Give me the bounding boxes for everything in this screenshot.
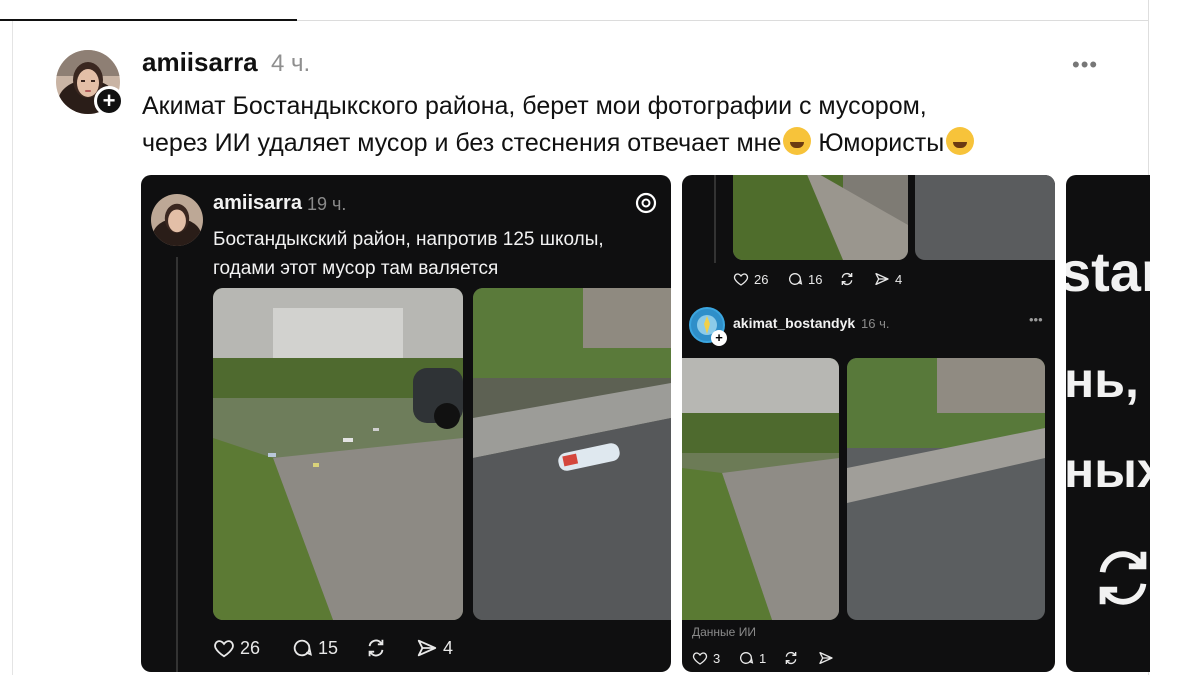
card2-top-comment-button[interactable]: 16 bbox=[787, 271, 822, 287]
repost-icon bbox=[841, 272, 853, 286]
thread-line bbox=[714, 175, 716, 263]
heart-icon bbox=[692, 652, 708, 665]
card2-reply-username: akimat_bostandyk bbox=[733, 315, 856, 331]
repost-icon bbox=[368, 639, 384, 657]
laughing-emoji-icon bbox=[783, 127, 812, 155]
card2-photo-2 bbox=[847, 358, 1045, 620]
more-icon[interactable]: ••• bbox=[1029, 312, 1043, 327]
card3-text-1: star bbox=[1066, 240, 1150, 303]
laughing-emoji-icon bbox=[946, 127, 975, 155]
card2-repost-button[interactable] bbox=[783, 650, 799, 666]
card2-reply-time: 16 ч. bbox=[861, 316, 890, 331]
card1-text-line1: Бостандыкский район, напротив 125 школы, bbox=[213, 229, 604, 250]
card2-top-comment-count: 16 bbox=[808, 271, 823, 287]
column-divider-left bbox=[12, 21, 13, 675]
card2-top-repost-button[interactable] bbox=[839, 271, 855, 287]
card1-photo-2 bbox=[473, 288, 671, 620]
comment-icon bbox=[740, 652, 754, 664]
card1-photo-1 bbox=[213, 288, 463, 620]
repost-icon bbox=[785, 651, 797, 665]
thread-line bbox=[176, 257, 178, 672]
card2-photo-1 bbox=[682, 358, 839, 620]
card1-comment-button[interactable]: 15 bbox=[291, 637, 338, 659]
card2-top-photo-1 bbox=[733, 175, 908, 260]
post-text-line2-end: Юмористы bbox=[811, 129, 945, 157]
post-text-line2: через ИИ удаляет мусор и без стеснения о… bbox=[142, 129, 782, 157]
card1-share-count: 4 bbox=[443, 637, 454, 658]
screenshot-card-3[interactable]: star нь, ных bbox=[1066, 175, 1150, 672]
heart-icon bbox=[214, 640, 234, 658]
post-text: Акимат Бостандыкского района, берет мои … bbox=[142, 88, 1102, 162]
card1-share-button[interactable]: 4 bbox=[416, 637, 453, 659]
repost-icon bbox=[1088, 543, 1150, 613]
screenshot-card-1[interactable]: amiisarra 19 ч. Бостандыкский район, нап… bbox=[141, 175, 671, 672]
tab-active-indicator bbox=[0, 19, 297, 21]
post-time: 4 ч. bbox=[271, 50, 311, 77]
card2-top-share-count: 4 bbox=[895, 271, 903, 287]
card1-time: 19 ч. bbox=[307, 194, 347, 214]
card3-text-3: ных bbox=[1066, 442, 1150, 498]
card2-comment-button[interactable]: 1 bbox=[738, 650, 766, 666]
follow-plus-icon[interactable]: + bbox=[94, 86, 124, 116]
post-text-line1: Акимат Бостандыкского района, берет мои … bbox=[142, 92, 927, 120]
card2-top-like-button[interactable]: 26 bbox=[733, 271, 768, 287]
card1-username: amiisarra bbox=[213, 192, 302, 214]
card3-text-2: нь, bbox=[1066, 352, 1139, 408]
ai-label: Данные ИИ bbox=[692, 625, 756, 639]
share-icon bbox=[417, 639, 437, 657]
comment-icon bbox=[789, 273, 803, 285]
card2-top-photo-2 bbox=[915, 175, 1055, 260]
card1-comment-count: 15 bbox=[318, 637, 339, 658]
more-icon[interactable]: ••• bbox=[1072, 52, 1098, 78]
card1-repost-button[interactable] bbox=[365, 637, 387, 659]
card2-like-count: 3 bbox=[713, 650, 721, 666]
card1-like-button[interactable]: 26 bbox=[213, 637, 260, 659]
card2-comment-count: 1 bbox=[759, 650, 767, 666]
card1-text: Бостандыкский район, напротив 125 школы,… bbox=[213, 225, 604, 283]
follow-plus-icon[interactable]: + bbox=[711, 330, 727, 346]
share-icon bbox=[875, 273, 889, 285]
card1-avatar bbox=[151, 194, 203, 246]
card1-like-count: 26 bbox=[240, 637, 261, 658]
card2-share-button[interactable] bbox=[818, 650, 834, 666]
card2-like-button[interactable]: 3 bbox=[692, 650, 720, 666]
post-username[interactable]: amiisarra bbox=[142, 47, 258, 78]
share-icon bbox=[819, 652, 833, 664]
heart-icon bbox=[733, 273, 749, 286]
card2-top-like-count: 26 bbox=[754, 271, 769, 287]
threads-logo-icon bbox=[634, 191, 658, 215]
comment-icon bbox=[293, 639, 312, 657]
screenshot-card-2[interactable]: 26 16 4 + akimat_bostandyk 16 ч. ••• Дан… bbox=[682, 175, 1055, 672]
card1-text-line2: годами этот мусор там валяется bbox=[213, 258, 499, 279]
card2-top-share-button[interactable]: 4 bbox=[874, 271, 902, 287]
